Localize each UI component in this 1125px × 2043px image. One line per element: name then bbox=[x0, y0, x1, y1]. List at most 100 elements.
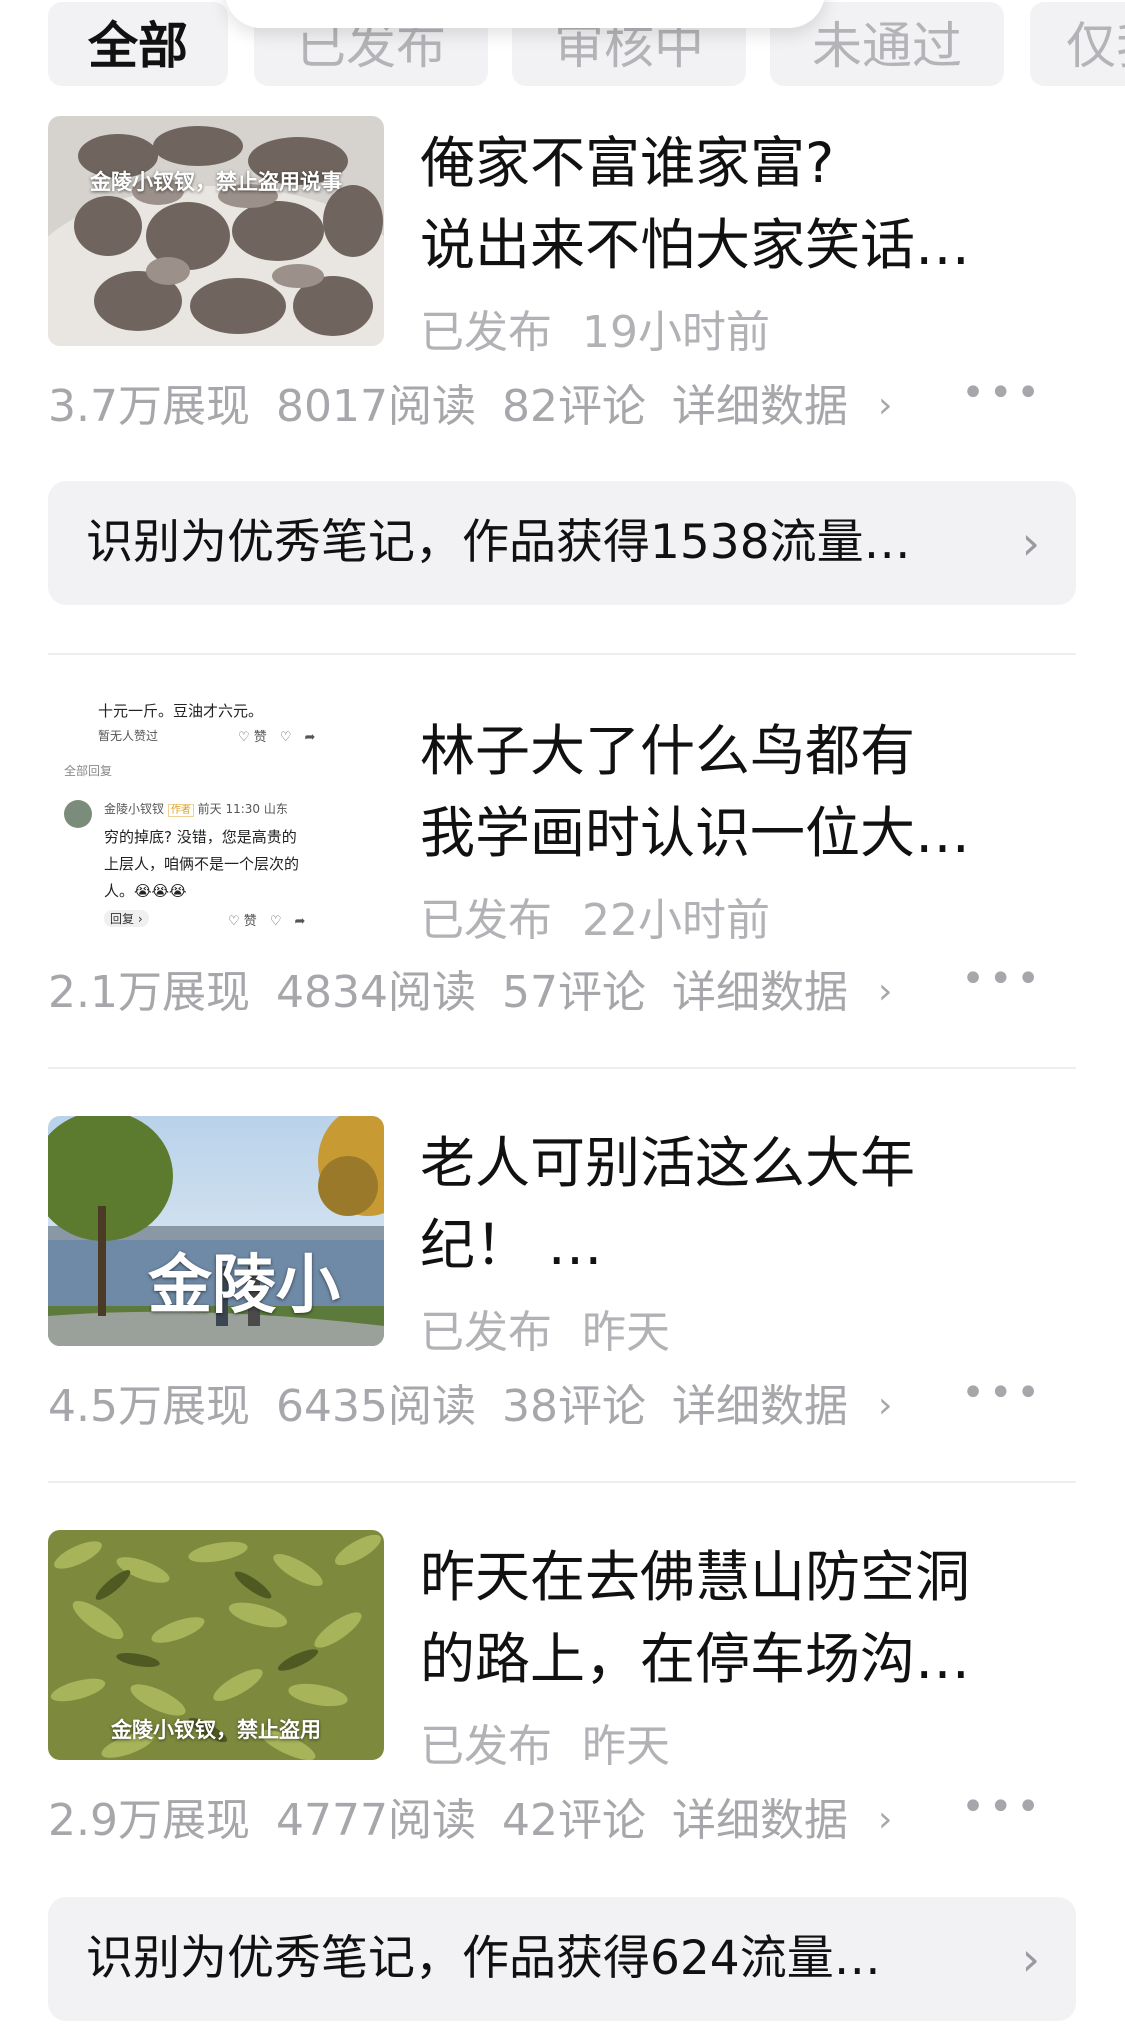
screenshot-like: ♡ 赞 ♡ ➦ bbox=[228, 914, 306, 929]
tab-all[interactable]: 全部 bbox=[48, 2, 228, 86]
post-item[interactable]: 金陵小钗钗，禁止盗用说事 俺家不富谁家富? 说出来不怕大家笑话… 已发布 19小时… bbox=[48, 116, 1076, 436]
post-meta: 已发布 22小时前 bbox=[420, 884, 770, 948]
detail-data-link[interactable]: 详细数据 › bbox=[672, 381, 918, 432]
post-time: 22小时前 bbox=[582, 895, 770, 946]
more-dots-icon[interactable]: ••• bbox=[961, 1784, 1044, 1830]
post-title[interactable]: 昨天在去佛慧山防空洞 的路上，在停车场沟… bbox=[420, 1536, 1080, 1700]
tab-private-label: 仅我 bbox=[1066, 17, 1125, 75]
detail-data-label: 详细数据 bbox=[671, 967, 848, 1018]
post-title-line: 说出来不怕大家笑话… bbox=[420, 213, 971, 277]
post-stats: 2.1万展现 4834阅读 57评论 详细数据 › ••• bbox=[48, 956, 1076, 1020]
post-meta: 已发布 昨天 bbox=[420, 1710, 670, 1774]
detail-data-link[interactable]: 详细数据 › bbox=[672, 1795, 918, 1846]
chevron-right-icon: › bbox=[877, 385, 893, 426]
comments-count: 38评论 bbox=[501, 1381, 646, 1432]
reads-count: 4834阅读 bbox=[275, 967, 476, 1018]
post-title-line: 纪！ … bbox=[420, 1213, 603, 1277]
post-thumbnail[interactable]: 金陵小钗钗，禁止盗用说事 bbox=[48, 116, 384, 346]
post-status: 已发布 bbox=[420, 307, 552, 358]
tab-private[interactable]: 仅我 bbox=[1030, 2, 1125, 86]
screenshot-text: 金陵小钗钗 bbox=[104, 802, 165, 816]
post-title-line: 的路上，在停车场沟… bbox=[420, 1627, 971, 1691]
views-count: 3.7万展现 bbox=[48, 381, 250, 432]
chevron-right-icon: › bbox=[877, 1385, 893, 1426]
more-dots-icon[interactable]: ••• bbox=[961, 1370, 1044, 1416]
post-title-line: 林子大了什么鸟都有 bbox=[420, 719, 916, 783]
post-item[interactable]: 金陵小 老人可别活这么大年 纪！ … 已发布 昨天 4.5万展现 6435阅读 38评… bbox=[48, 1116, 1076, 1436]
detail-data-label: 详细数据 bbox=[671, 1795, 848, 1846]
chevron-right-icon: › bbox=[877, 971, 893, 1012]
post-thumbnail[interactable]: 十元一斤。豆油才六元。 暂无人赞过 ♡ 赞 ♡ ➦ 全部回复 金陵小钗钗 作者 … bbox=[48, 700, 384, 930]
post-time: 19小时前 bbox=[582, 307, 770, 358]
chevron-right-icon: › bbox=[1021, 1932, 1040, 1986]
screenshot-text: 人。😭😭😭 bbox=[104, 882, 187, 900]
tab-rejected-label: 未通过 bbox=[812, 17, 962, 75]
post-item[interactable]: 十元一斤。豆油才六元。 暂无人赞过 ♡ 赞 ♡ ➦ 全部回复 金陵小钗钗 作者 … bbox=[48, 700, 1076, 1020]
post-title-line: 我学画时认识一位大… bbox=[420, 801, 971, 865]
post-title-line: 俺家不富谁家富? bbox=[420, 131, 835, 195]
post-status: 已发布 bbox=[420, 1721, 552, 1772]
screenshot-text: 十元一斤。豆油才六元。 bbox=[98, 702, 264, 720]
post-title[interactable]: 俺家不富谁家富? 说出来不怕大家笑话… bbox=[420, 122, 1080, 286]
post-thumbnail[interactable]: 金陵小 bbox=[48, 1116, 384, 1346]
post-title[interactable]: 林子大了什么鸟都有 我学画时认识一位大… bbox=[420, 710, 1080, 874]
screenshot-text: 回复 › bbox=[104, 910, 149, 927]
divider bbox=[48, 653, 1076, 655]
screenshot-text: 穷的掉底? 没错，您是高贵的 bbox=[104, 828, 297, 846]
post-status: 已发布 bbox=[420, 895, 552, 946]
thumbnail-watermark: 金陵小钗钗，禁止盗用说事 bbox=[90, 170, 342, 194]
chevron-right-icon: › bbox=[877, 1799, 893, 1840]
avatar bbox=[64, 800, 92, 828]
post-status: 已发布 bbox=[420, 1307, 552, 1358]
post-time: 昨天 bbox=[582, 1307, 670, 1358]
post-title-line: 昨天在去佛慧山防空洞 bbox=[420, 1545, 971, 1609]
tab-all-label: 全部 bbox=[88, 17, 188, 75]
post-stats: 4.5万展现 6435阅读 38评论 详细数据 › ••• bbox=[48, 1370, 1076, 1434]
detail-data-link[interactable]: 详细数据 › bbox=[672, 1381, 918, 1432]
screenshot-reply: 穷的掉底? 没错，您是高贵的 上层人，咱俩不是一个层次的 人。😭😭😭 bbox=[104, 824, 299, 905]
detail-data-link[interactable]: 详细数据 › bbox=[672, 967, 918, 1018]
screenshot-text: 暂无人赞过 bbox=[98, 729, 159, 743]
views-count: 2.1万展现 bbox=[48, 967, 250, 1018]
screenshot-text: 前天 11:30 山东 bbox=[197, 802, 288, 816]
thumbnail-watermark: 金陵小 bbox=[148, 1249, 340, 1323]
detail-data-label: 详细数据 bbox=[671, 1381, 848, 1432]
post-stats: 3.7万展现 8017阅读 82评论 详细数据 › ••• bbox=[48, 370, 1076, 434]
screenshot-text: 赞 bbox=[243, 914, 257, 929]
status-filter-tabs: 全部 已发布 审核中 未通过 仅我 bbox=[0, 0, 1125, 90]
divider bbox=[48, 1067, 1076, 1069]
post-meta: 已发布 19小时前 bbox=[420, 296, 770, 360]
excellent-note-banner[interactable]: 识别为优秀笔记，作品获得624流量… › bbox=[48, 1897, 1076, 2021]
screenshot-text: 作者 bbox=[167, 804, 194, 817]
comments-count: 82评论 bbox=[501, 381, 646, 432]
chevron-right-icon: › bbox=[1021, 516, 1040, 570]
post-title[interactable]: 老人可别活这么大年 纪！ … bbox=[420, 1122, 1080, 1286]
more-dots-icon[interactable]: ••• bbox=[961, 370, 1044, 416]
food-photo bbox=[48, 116, 384, 346]
reads-count: 8017阅读 bbox=[275, 381, 476, 432]
excellent-note-banner[interactable]: 识别为优秀笔记，作品获得1538流量… › bbox=[48, 481, 1076, 605]
popup-overlay-edge bbox=[225, 0, 825, 28]
screenshot-like: ♡ 赞 ♡ ➦ bbox=[238, 730, 316, 745]
screenshot-text: 赞 bbox=[253, 730, 267, 745]
comment-screenshot: 十元一斤。豆油才六元。 暂无人赞过 ♡ 赞 ♡ ➦ 全部回复 金陵小钗钗 作者 … bbox=[48, 700, 384, 930]
post-thumbnail[interactable]: 金陵小钗钗，禁止盗用 bbox=[48, 1530, 384, 1760]
post-item[interactable]: 金陵小钗钗，禁止盗用 昨天在去佛慧山防空洞 的路上，在停车场沟… 已发布 昨天 2… bbox=[48, 1530, 1076, 1850]
post-time: 昨天 bbox=[582, 1721, 670, 1772]
comments-count: 57评论 bbox=[501, 967, 646, 1018]
detail-data-label: 详细数据 bbox=[671, 381, 848, 432]
banner-text: 识别为优秀笔记，作品获得624流量… bbox=[86, 1931, 881, 1986]
divider bbox=[48, 1481, 1076, 1483]
more-dots-icon[interactable]: ••• bbox=[961, 956, 1044, 1002]
reads-count: 4777阅读 bbox=[275, 1795, 476, 1846]
reads-count: 6435阅读 bbox=[275, 1381, 476, 1432]
banner-text: 识别为优秀笔记，作品获得1538流量… bbox=[86, 515, 911, 570]
post-stats: 2.9万展现 4777阅读 42评论 详细数据 › ••• bbox=[48, 1784, 1076, 1848]
comments-count: 42评论 bbox=[501, 1795, 646, 1846]
thumbnail-watermark: 金陵小钗钗，禁止盗用 bbox=[111, 1718, 321, 1742]
post-title-line: 老人可别活这么大年 bbox=[420, 1131, 916, 1195]
post-meta: 已发布 昨天 bbox=[420, 1296, 670, 1360]
screenshot-author-line: 金陵小钗钗 作者 前天 11:30 山东 bbox=[104, 800, 288, 817]
views-count: 2.9万展现 bbox=[48, 1795, 250, 1846]
views-count: 4.5万展现 bbox=[48, 1381, 250, 1432]
